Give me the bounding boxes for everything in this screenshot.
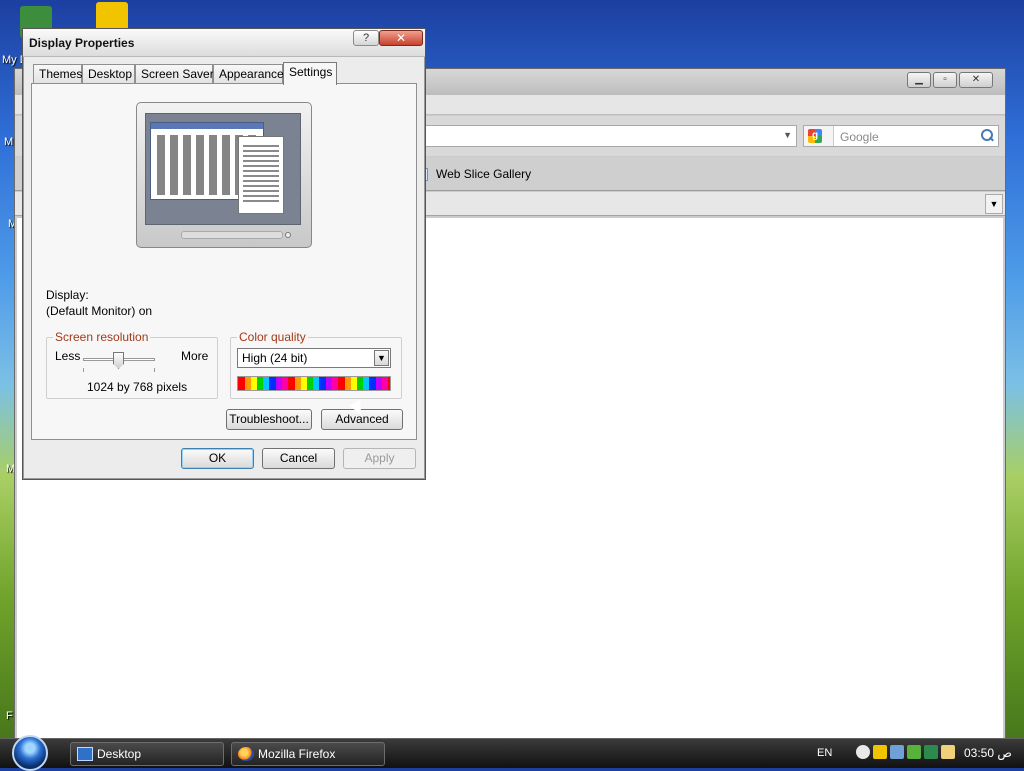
color-spectrum xyxy=(237,376,391,391)
system-tray xyxy=(856,745,960,763)
monitor-preview xyxy=(136,102,312,248)
dialog-titlebar[interactable]: Display Properties ? ✕ xyxy=(23,29,425,57)
troubleshoot-button[interactable]: Troubleshoot... xyxy=(226,409,312,430)
update-icon[interactable] xyxy=(907,745,921,759)
power-icon xyxy=(285,232,291,238)
resolution-value: 1024 by 768 pixels xyxy=(87,380,188,394)
firefox-icon xyxy=(238,747,254,761)
search-icon[interactable] xyxy=(980,128,994,142)
color-quality-title: Color quality xyxy=(237,330,308,344)
taskbar-item-desktop[interactable]: Desktop xyxy=(70,742,224,766)
display-label: Display: xyxy=(46,288,89,302)
tab-screen-saver[interactable]: Screen Saver xyxy=(135,64,214,84)
ok-button[interactable]: OK xyxy=(181,448,254,469)
tab-desktop[interactable]: Desktop xyxy=(82,64,135,84)
monitor-base xyxy=(181,231,283,239)
help-button[interactable]: ? xyxy=(353,30,379,46)
tab-settings[interactable]: Settings xyxy=(283,62,337,85)
chevron-down-icon[interactable]: ▼ xyxy=(783,130,792,140)
search-placeholder: Google xyxy=(840,130,879,144)
taskbar-item-firefox[interactable]: Mozilla Firefox xyxy=(231,742,385,766)
start-orb-icon[interactable] xyxy=(12,735,48,771)
cancel-button[interactable]: Cancel xyxy=(262,448,335,469)
taskbar-item-label: Desktop xyxy=(97,747,142,761)
resolution-more-label: More xyxy=(181,349,209,363)
close-button[interactable]: ✕ xyxy=(959,72,993,88)
screen-resolution-title: Screen resolution xyxy=(53,330,151,344)
preview-window-secondary xyxy=(238,136,284,214)
desktop-icon-label: M xyxy=(4,136,14,148)
language-indicator[interactable]: EN xyxy=(817,747,832,759)
volume-icon[interactable] xyxy=(941,745,955,759)
messenger-icon[interactable] xyxy=(856,745,870,759)
tab-appearance[interactable]: Appearance xyxy=(213,64,284,84)
apply-button[interactable]: Apply xyxy=(343,448,416,469)
url-bar[interactable]: ▼ xyxy=(425,125,797,147)
resolution-slider-thumb[interactable] xyxy=(113,352,124,369)
color-quality-value: High (24 bit) xyxy=(242,351,308,365)
monitor-screen xyxy=(145,113,301,225)
search-input[interactable]: g Google xyxy=(803,125,999,147)
display-value: (Default Monitor) on xyxy=(46,304,153,318)
clock[interactable]: 03:50 ص xyxy=(964,746,1012,760)
security-icon[interactable] xyxy=(873,745,887,759)
settings-panel: Display: (Default Monitor) on Screen res… xyxy=(31,83,417,440)
desktop-icon-label: F xyxy=(6,710,13,722)
google-icon: g xyxy=(808,129,822,143)
color-quality-group: Color quality High (24 bit) ▼ xyxy=(230,330,402,399)
taskbar-item-label: Mozilla Firefox xyxy=(258,747,336,761)
taskbar: Desktop Mozilla Firefox EN 03:50 ص xyxy=(0,735,1024,771)
resolution-less-label: Less xyxy=(55,349,81,363)
network-icon[interactable] xyxy=(890,745,904,759)
search-engine-selector[interactable]: g xyxy=(804,126,834,146)
restore-button[interactable]: ▫ xyxy=(933,72,957,88)
desktop-icon xyxy=(77,747,93,761)
slider-ticks xyxy=(83,368,155,372)
dropdown-arrow-icon[interactable]: ▼ xyxy=(374,350,389,366)
screen-resolution-group: Screen resolution Less More 1024 by 768 … xyxy=(46,330,218,399)
close-button[interactable]: ✕ xyxy=(379,30,423,46)
minimize-button[interactable]: ▁ xyxy=(907,72,931,88)
color-quality-select[interactable]: High (24 bit) ▼ xyxy=(237,348,391,368)
tab-themes[interactable]: Themes xyxy=(33,64,82,84)
dialog-title: Display Properties xyxy=(29,36,135,50)
tab-list-dropdown[interactable]: ▼ xyxy=(985,194,1003,214)
app-tray-icon[interactable] xyxy=(924,745,938,759)
bookmark-label: Web Slice Gallery xyxy=(436,167,532,181)
